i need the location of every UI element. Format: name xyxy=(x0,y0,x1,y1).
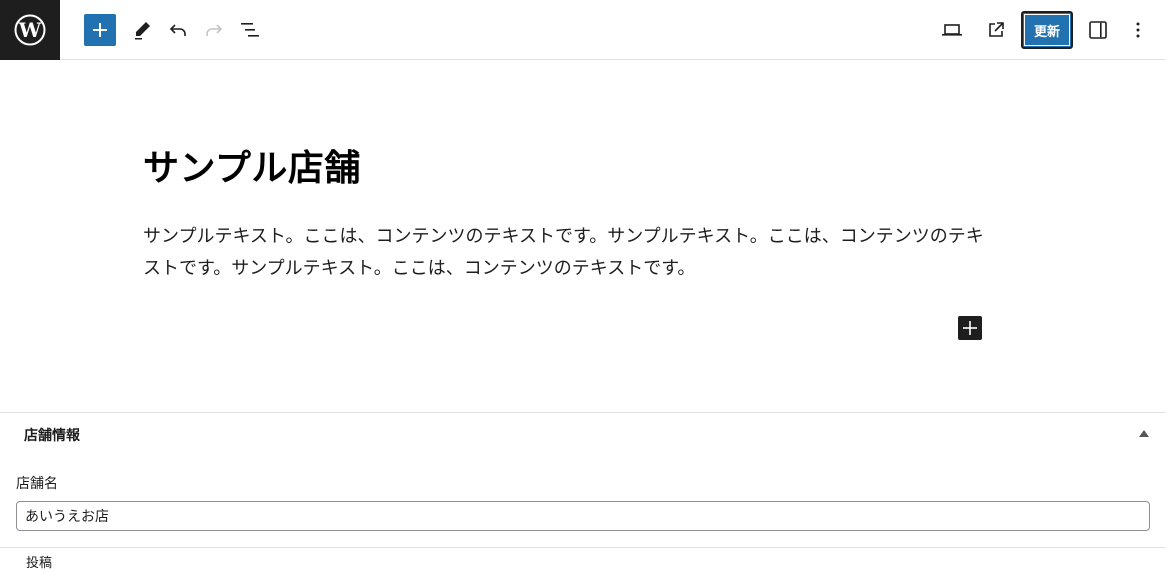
post-title[interactable]: サンプル店舗 xyxy=(143,139,361,191)
external-link-icon xyxy=(989,22,1004,37)
paragraph-block[interactable]: サンプルテキスト。ここは、コンテンツのテキストです。サンプルテキスト。ここは、コ… xyxy=(143,221,988,285)
tools-button[interactable] xyxy=(126,14,158,46)
list-view-button[interactable] xyxy=(234,14,266,46)
redo-icon xyxy=(206,24,223,36)
plus-icon xyxy=(93,23,107,37)
more-vertical-icon xyxy=(1136,22,1140,38)
breadcrumb[interactable]: 投稿 xyxy=(26,552,52,571)
view-post-button[interactable] xyxy=(980,14,1012,46)
update-button[interactable]: 更新 xyxy=(1021,11,1073,49)
wordpress-logo-button[interactable]: W xyxy=(0,0,60,60)
wordpress-icon: W xyxy=(14,14,46,46)
sidebar-toggle-icon xyxy=(1089,21,1107,39)
redo-button[interactable] xyxy=(198,14,230,46)
plus-icon xyxy=(963,321,977,335)
editor-canvas: サンプル店舗 サンプルテキスト。ここは、コンテンツのテキストです。サンプルテキス… xyxy=(0,61,1166,412)
desktop-icon xyxy=(942,24,962,36)
editor-header: W 更新 xyxy=(0,0,1166,60)
collapse-arrow-icon[interactable] xyxy=(1139,430,1149,437)
store-name-label: 店舗名 xyxy=(16,476,58,492)
block-inserter-button[interactable] xyxy=(958,316,982,340)
add-block-button[interactable] xyxy=(84,14,116,46)
undo-button[interactable] xyxy=(162,14,194,46)
svg-text:W: W xyxy=(18,18,42,42)
store-info-metabox: 店舗情報 店舗名 xyxy=(0,412,1166,548)
options-menu-button[interactable] xyxy=(1122,14,1154,46)
store-name-input[interactable] xyxy=(16,501,1150,531)
editor-footer: 投稿 xyxy=(0,547,1166,572)
settings-button[interactable] xyxy=(1082,14,1114,46)
undo-icon xyxy=(169,24,186,36)
preview-button[interactable] xyxy=(936,14,968,46)
metabox-title[interactable]: 店舗情報 xyxy=(24,425,80,445)
pencil-icon xyxy=(135,22,150,40)
list-view-icon xyxy=(241,23,259,37)
